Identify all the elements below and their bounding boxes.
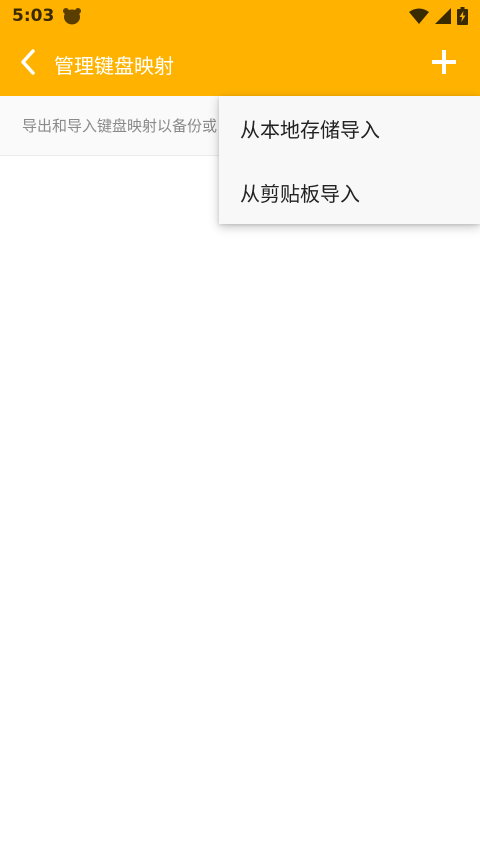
status-time: 5:03 bbox=[12, 6, 55, 26]
description-text: 导出和导入键盘映射以备份或 bbox=[22, 117, 218, 135]
back-button[interactable] bbox=[4, 32, 52, 96]
menu-item-import-clipboard[interactable]: 从剪贴板导入 bbox=[219, 160, 480, 224]
menu-item-label: 从剪贴板导入 bbox=[240, 181, 360, 206]
plus-icon bbox=[431, 49, 457, 79]
status-left: 5:03 bbox=[12, 6, 82, 26]
signal-icon bbox=[435, 8, 451, 24]
bear-icon bbox=[62, 7, 82, 25]
menu-item-import-local-storage[interactable]: 从本地存储导入 bbox=[219, 96, 480, 160]
import-menu: 从本地存储导入 从剪贴板导入 bbox=[219, 96, 480, 224]
add-button[interactable] bbox=[426, 46, 462, 82]
wifi-icon bbox=[409, 8, 429, 24]
battery-charging-icon bbox=[457, 7, 468, 25]
page-title: 管理键盘映射 bbox=[54, 53, 174, 78]
back-chevron-icon bbox=[19, 48, 37, 80]
menu-item-label: 从本地存储导入 bbox=[240, 117, 380, 142]
status-bar: 5:03 bbox=[0, 0, 480, 32]
app-bar: 管理键盘映射 bbox=[0, 32, 480, 96]
status-right bbox=[409, 7, 468, 25]
screen: 5:03 管理键盘映射 导出和导入键盘映射以备份或 从本地存储导入 从剪贴板导入 bbox=[0, 0, 480, 854]
